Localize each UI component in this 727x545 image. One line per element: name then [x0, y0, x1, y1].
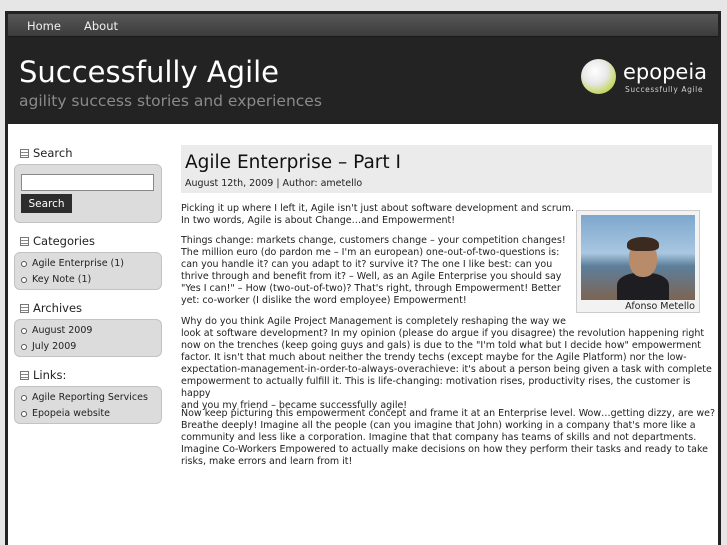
content-area: Search Search Categories Agile Enterpris…: [8, 124, 718, 545]
top-nav: Home About: [8, 14, 718, 37]
nav-home-link[interactable]: Home: [27, 19, 61, 33]
categories-widget-title: Categories: [20, 234, 95, 248]
logo-subtitle: Successfully Agile: [625, 85, 704, 94]
bullet-icon: [21, 395, 27, 401]
widget-bullet-icon: [20, 237, 29, 246]
bullet-icon: [21, 328, 27, 334]
search-input[interactable]: [21, 174, 154, 191]
post-paragraph: Why do you think Agile Project Managemen…: [181, 316, 712, 411]
logo-emblem-icon: [581, 59, 616, 94]
widget-bullet-icon: [20, 304, 29, 313]
nav-about-link[interactable]: About: [84, 19, 118, 33]
photo-caption: Afonso Metello: [625, 301, 695, 312]
page-frame: Home About Successfully Agile agility su…: [5, 11, 721, 545]
logo-name: epopeia: [623, 60, 708, 84]
epopeia-logo[interactable]: epopeia Successfully Agile: [581, 59, 711, 99]
category-link[interactable]: Agile Enterprise (1): [15, 256, 161, 272]
bullet-icon: [21, 277, 27, 283]
bullet-icon: [21, 344, 27, 350]
author-photo-box: Afonso Metello: [576, 210, 700, 313]
post-header: Agile Enterprise – Part I August 12th, 2…: [181, 145, 712, 193]
post-paragraph: Things change: markets change, customers…: [181, 235, 566, 306]
links-widget-title: Links:: [20, 368, 66, 382]
post-meta: August 12th, 2009 | Author: ametello: [185, 178, 363, 189]
archive-link[interactable]: August 2009: [15, 323, 161, 339]
post-paragraph: Now keep picturing this empowerment conc…: [181, 408, 715, 467]
post-title[interactable]: Agile Enterprise – Part I: [185, 152, 401, 173]
search-button[interactable]: Search: [21, 194, 72, 213]
site-title[interactable]: Successfully Agile: [19, 55, 279, 89]
post-paragraph: Picking it up where I left it, Agile isn…: [181, 203, 575, 226]
widget-bullet-icon: [20, 149, 29, 158]
archives-widget: August 2009 July 2009: [14, 319, 162, 357]
site-tagline: agility success stories and experiences: [19, 92, 322, 110]
bullet-icon: [21, 261, 27, 267]
search-widget-title: Search: [20, 146, 73, 160]
category-link[interactable]: Key Note (1): [15, 272, 161, 288]
author-photo: [581, 215, 695, 300]
categories-widget: Agile Enterprise (1) Key Note (1): [14, 252, 162, 290]
external-link[interactable]: Agile Reporting Services: [15, 390, 161, 406]
archives-widget-title: Archives: [20, 301, 82, 315]
bullet-icon: [21, 411, 27, 417]
search-widget: Search: [14, 164, 162, 223]
archive-link[interactable]: July 2009: [15, 339, 161, 355]
external-link[interactable]: Epopeia website: [15, 406, 161, 422]
links-widget: Agile Reporting Services Epopeia website: [14, 386, 162, 424]
widget-bullet-icon: [20, 371, 29, 380]
